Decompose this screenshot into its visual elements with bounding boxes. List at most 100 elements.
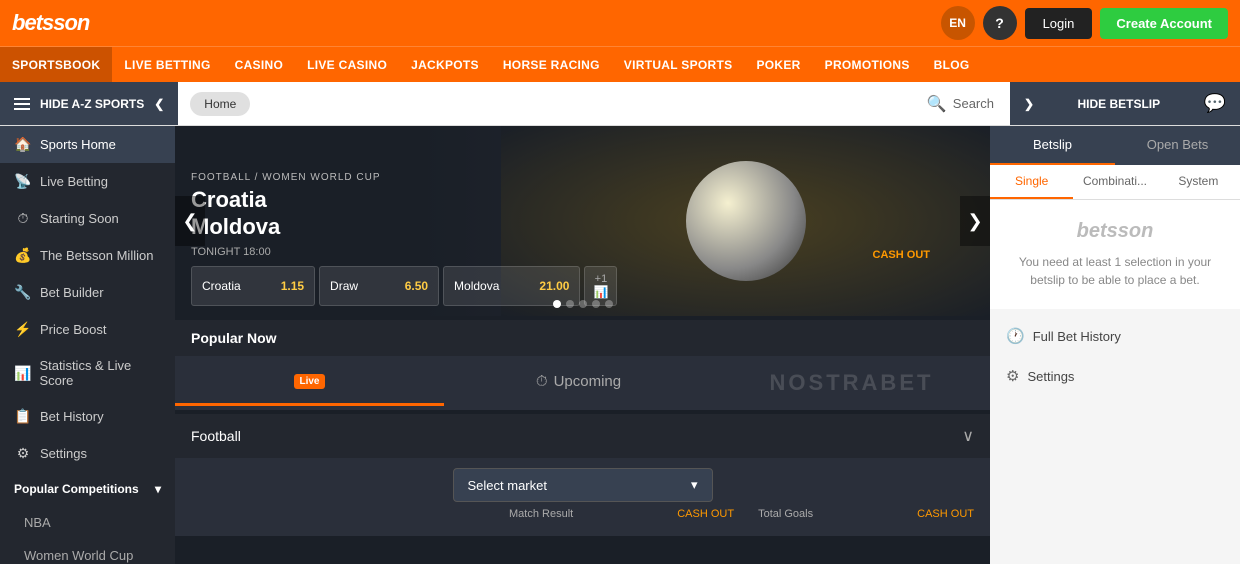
cashout-label: CASH OUT (873, 249, 930, 261)
bet-type-single[interactable]: Single (990, 165, 1073, 199)
sidebar-item-betsson-million[interactable]: 💰 The Betsson Million (0, 237, 175, 274)
betslip-brand-logo: betsson (1077, 220, 1154, 243)
az-sports-label: HIDE A-Z SPORTS (40, 97, 144, 111)
odd-button-team1[interactable]: Croatia 1.15 (191, 266, 315, 306)
hero-cashout[interactable]: CASH OUT (873, 246, 930, 261)
sidebar-item-starting-soon[interactable]: ⏱ Starting Soon (0, 200, 175, 237)
full-bet-history-link[interactable]: 🕐 Full Bet History (1006, 321, 1224, 351)
odd-team1-label: Croatia (202, 279, 241, 293)
football-section-header[interactable]: Football ∨ (175, 414, 990, 458)
hero-dot-3[interactable] (579, 300, 587, 308)
hide-betslip-button[interactable]: ❯ HIDE BETSLIP 💬 (1010, 82, 1240, 125)
sidebar-item-price-boost[interactable]: ⚡ Price Boost (0, 311, 175, 348)
hero-match-time: TONIGHT 18:00 (191, 246, 974, 258)
odd-button-draw[interactable]: Draw 6.50 (319, 266, 439, 306)
settings-link-label: Settings (1027, 369, 1074, 384)
settings-link[interactable]: ⚙ Settings (1006, 361, 1224, 391)
full-bet-history-icon: 🕐 (1006, 327, 1025, 345)
top-nav: betsson EN ? Login Create Account (0, 0, 1240, 46)
menu-icon (14, 98, 30, 110)
upcoming-label: Upcoming (554, 373, 622, 390)
hide-betslip-label: HIDE BETSLIP (1077, 97, 1160, 111)
nostrabet-watermark: NOSTRABET (713, 356, 990, 410)
nav-blog[interactable]: BLOG (922, 47, 982, 82)
nostrabet-text: NOSTRABET (770, 370, 934, 396)
bet-type-system[interactable]: System (1157, 165, 1240, 199)
odd-draw-value: 6.50 (405, 279, 428, 293)
help-button[interactable]: ? (983, 6, 1017, 40)
odd-team2-value: 21.00 (539, 279, 569, 293)
toolbar: HIDE A-Z SPORTS ❮ Home 🔍 Search ❯ HIDE B… (0, 82, 1240, 126)
nav-live-betting[interactable]: LIVE BETTING (112, 47, 222, 82)
total-goals-label: Total Goals (758, 508, 813, 520)
select-market-chevron: ▾ (691, 477, 698, 493)
betslip-tab-betslip[interactable]: Betslip (990, 126, 1115, 165)
nav-jackpots[interactable]: JACKPOTS (399, 47, 491, 82)
sidebar-item-stats[interactable]: 📊 Statistics & Live Score (0, 348, 175, 398)
popular-tabs: Live ⏱ Upcoming NOSTRABET (175, 356, 990, 410)
sidebar-item-live-betting[interactable]: 📡 Live Betting (0, 163, 175, 200)
home-breadcrumb[interactable]: Home (190, 92, 250, 116)
sidebar-item-women-world-cup[interactable]: Women World Cup (0, 539, 175, 564)
football-section: Football ∨ Select market ▾ Match Result … (175, 414, 990, 536)
hero-next-button[interactable]: ❯ (960, 196, 990, 246)
sidebar-item-settings[interactable]: ⚙ Settings (0, 435, 175, 472)
betslip-tab-open-bets[interactable]: Open Bets (1115, 126, 1240, 165)
nav-live-casino[interactable]: LIVE CASINO (295, 47, 399, 82)
odd-team1-value: 1.15 (281, 279, 304, 293)
sidebar: 🏠 Sports Home 📡 Live Betting ⏱ Starting … (0, 126, 175, 564)
nav-promotions[interactable]: PROMOTIONS (813, 47, 922, 82)
nav-virtual-sports[interactable]: VIRTUAL SPORTS (612, 47, 745, 82)
hero-dot-4[interactable] (592, 300, 600, 308)
bet-history-icon: 📋 (14, 408, 32, 425)
nav-sportsbook[interactable]: SPORTSBOOK (0, 47, 112, 82)
hero-dot-2[interactable] (566, 300, 574, 308)
sidebar-item-sports-home[interactable]: 🏠 Sports Home (0, 126, 175, 163)
match-result-label: Match Result (509, 508, 573, 520)
nav-horse-racing[interactable]: HORSE RACING (491, 47, 612, 82)
starting-soon-label: Starting Soon (40, 211, 119, 226)
select-market-label: Select market (468, 478, 547, 493)
odd-draw-label: Draw (330, 279, 358, 293)
tab-live[interactable]: Live (175, 360, 444, 406)
football-match-label (191, 508, 501, 520)
az-sports-button[interactable]: HIDE A-Z SPORTS ❮ (0, 82, 178, 125)
match-odd-labels: Match Result CASH OUT Total Goals CASH O… (509, 508, 974, 520)
live-badge: Live (294, 374, 324, 389)
full-bet-history-label: Full Bet History (1033, 329, 1121, 344)
center-content: ❮ ❯ FOOTBALL / WOMEN WORLD CUP Croatia M… (175, 126, 990, 564)
odd-extra-icon: 📊 (593, 285, 608, 299)
betslip-empty-state: betsson You need at least 1 selection in… (990, 200, 1240, 309)
nav-poker[interactable]: POKER (744, 47, 812, 82)
popular-competitions-header[interactable]: Popular Competitions ▾ (0, 472, 175, 506)
bet-type-combination[interactable]: Combinati... (1073, 165, 1156, 199)
login-button[interactable]: Login (1025, 8, 1093, 39)
sidebar-item-bet-builder[interactable]: 🔧 Bet Builder (0, 274, 175, 311)
football-title: Football (191, 428, 241, 444)
nav-casino[interactable]: CASINO (223, 47, 295, 82)
hero-prev-button[interactable]: ❮ (175, 196, 205, 246)
sports-home-label: Sports Home (40, 137, 116, 152)
popular-competitions-label: Popular Competitions (14, 482, 139, 496)
stats-label: Statistics & Live Score (39, 358, 161, 388)
bet-type-tabs: Single Combinati... System (990, 165, 1240, 200)
bet-builder-label: Bet Builder (40, 285, 104, 300)
search-area[interactable]: 🔍 Search (927, 94, 1010, 114)
hero-dot-1[interactable] (553, 300, 561, 308)
select-market-dropdown[interactable]: Select market ▾ (453, 468, 713, 502)
starting-soon-icon: ⏱ (14, 210, 32, 227)
sports-home-icon: 🏠 (14, 136, 32, 153)
sidebar-item-nba[interactable]: NBA (0, 506, 175, 539)
hero-competition-tag: FOOTBALL / WOMEN WORLD CUP (191, 172, 974, 183)
create-account-button[interactable]: Create Account (1100, 8, 1228, 39)
match-column-labels: Match Result CASH OUT Total Goals CASH O… (191, 502, 974, 526)
sidebar-item-bet-history[interactable]: 📋 Bet History (0, 398, 175, 435)
hero-dot-5[interactable] (605, 300, 613, 308)
language-button[interactable]: EN (941, 6, 975, 40)
betslip-links: 🕐 Full Bet History ⚙ Settings (990, 309, 1240, 564)
tab-upcoming[interactable]: ⏱ Upcoming (444, 359, 713, 407)
football-body: Select market ▾ Match Result CASH OUT To… (175, 458, 990, 536)
price-boost-label: Price Boost (40, 322, 106, 337)
betslip-tabs: Betslip Open Bets (990, 126, 1240, 165)
popular-competitions-chevron: ▾ (155, 482, 161, 496)
